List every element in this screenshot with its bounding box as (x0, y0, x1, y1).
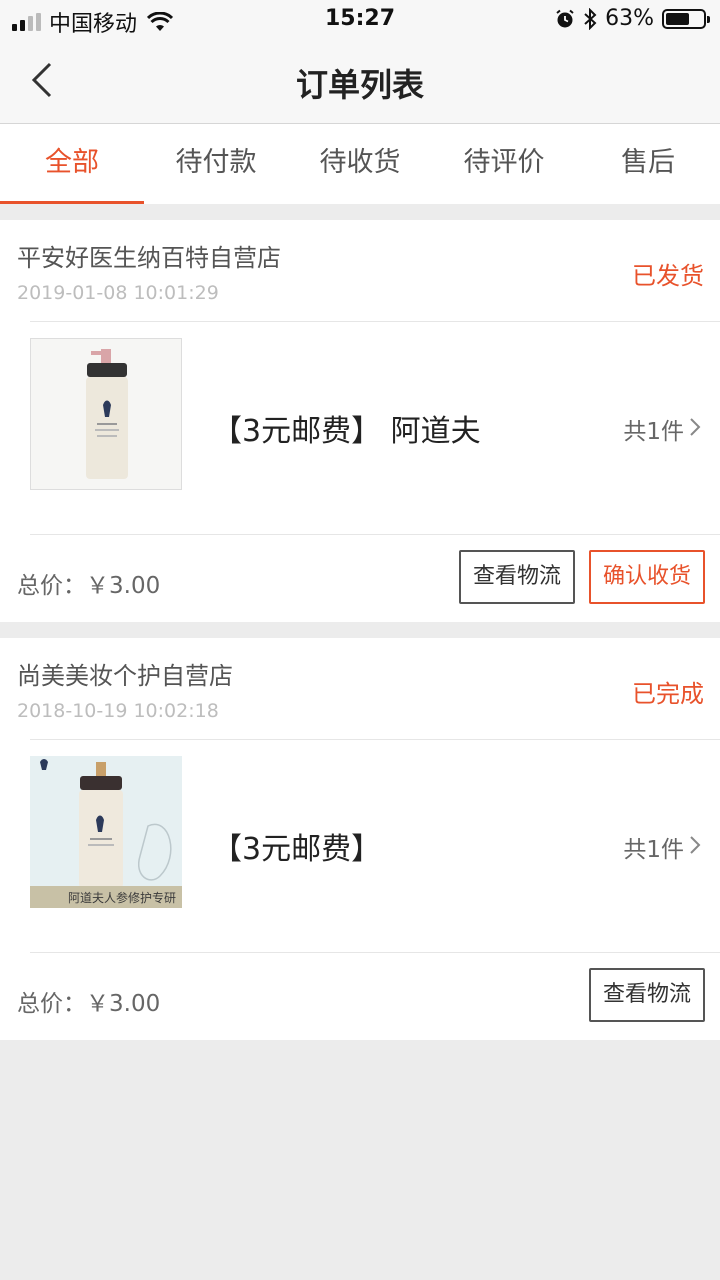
shampoo-bottle-image (86, 349, 128, 479)
product-title[interactable]: 【3元邮费】 (212, 824, 381, 868)
order-tabs: 全部 待付款 待收货 待评价 售后 (0, 124, 720, 204)
battery-icon (662, 8, 710, 29)
order-date: 2018-10-19 10:02:18 (17, 700, 219, 722)
status-bar: 中国移动 15:27 63% (0, 0, 720, 40)
product-thumbnail[interactable] (30, 338, 182, 490)
order-status: 已发货 (632, 262, 704, 290)
order-card[interactable]: 平安好医生纳百特自营店 2019-01-08 10:01:29 已发货 【3元邮… (0, 220, 720, 622)
tab-all[interactable]: 全部 (0, 124, 144, 204)
product-thumbnail[interactable]: 阿道夫人参修护专研 (30, 756, 182, 908)
battery-level (666, 12, 689, 25)
top-area: 中国移动 15:27 63% 订单列表 (0, 0, 720, 124)
shop-name[interactable]: 平安好医生纳百特自营店 (17, 238, 281, 273)
bluetooth-icon (584, 7, 597, 30)
item-count[interactable]: 共1件 (623, 412, 684, 446)
chevron-right-icon[interactable] (688, 416, 702, 438)
order-total: 总价：￥3.00 (17, 991, 161, 1017)
item-count[interactable]: 共1件 (623, 830, 684, 864)
shop-name[interactable]: 尚美美妆个护自营店 (17, 656, 233, 691)
product-title[interactable]: 【3元邮费】 阿道夫 (212, 406, 481, 450)
view-logistics-button[interactable]: 查看物流 (589, 968, 705, 1022)
divider (30, 534, 720, 535)
tab-pending-payment[interactable]: 待付款 (144, 124, 288, 204)
divider (30, 952, 720, 953)
divider (30, 739, 720, 740)
tab-pending-review[interactable]: 待评价 (432, 124, 576, 204)
divider (30, 321, 720, 322)
tab-pending-receipt[interactable]: 待收货 (288, 124, 432, 204)
order-card[interactable]: 尚美美妆个护自营店 2018-10-19 10:02:18 已完成 阿道夫人参修… (0, 638, 720, 1040)
order-date: 2019-01-08 10:01:29 (17, 282, 219, 304)
order-total: 总价：￥3.00 (17, 573, 161, 599)
battery-percent: 63% (605, 6, 654, 31)
order-status: 已完成 (632, 680, 704, 708)
confirm-receipt-button[interactable]: 确认收货 (589, 550, 705, 604)
alarm-icon (556, 9, 574, 27)
tab-after-sales[interactable]: 售后 (576, 124, 720, 204)
page-title: 订单列表 (295, 66, 424, 104)
nav-bar: 订单列表 (0, 40, 720, 124)
thumbnail-caption: 阿道夫人参修护专研 (68, 890, 176, 905)
view-logistics-button[interactable]: 查看物流 (459, 550, 575, 604)
chevron-right-icon[interactable] (688, 834, 702, 856)
shampoo-bottle-image: 阿道夫人参修护专研 (30, 756, 182, 908)
